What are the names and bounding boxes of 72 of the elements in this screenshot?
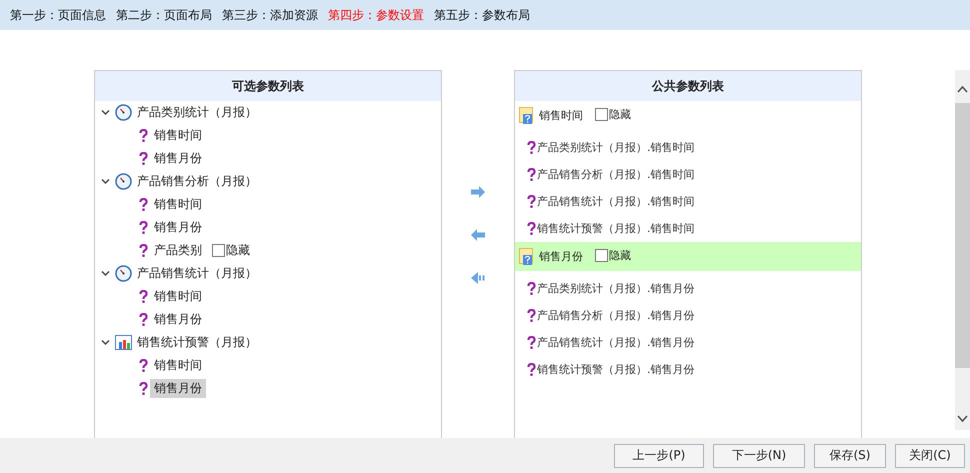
question-icon [139, 198, 148, 212]
question-icon [527, 336, 536, 350]
scrollbar-thumb[interactable] [955, 103, 970, 368]
dialog-button[interactable]: 关闭(C) [895, 444, 965, 468]
parameter-icon [519, 248, 533, 266]
dialog-button[interactable]: 上一步(P) [614, 444, 704, 468]
chart-icon [115, 335, 132, 350]
question-icon [139, 152, 148, 166]
question-icon [139, 220, 148, 234]
report-label: 产品类别统计（月报） [137, 104, 258, 121]
move-left-icon[interactable] [471, 229, 485, 241]
checkbox-label: 隐藏 [226, 242, 250, 259]
wizard-step[interactable]: 第五步：参数布局 [434, 6, 530, 24]
move-right-icon[interactable] [471, 186, 485, 198]
parameter-mapping: 产品类别统计（月报）.销售月份 [537, 281, 694, 296]
question-icon [527, 140, 536, 154]
checkbox[interactable] [212, 244, 225, 257]
question-icon [139, 382, 148, 396]
report-label: 产品销售分析（月报） [137, 173, 258, 190]
question-icon [527, 222, 536, 236]
parameter-mapping: 销售统计预警（月报）.销售月份 [537, 362, 694, 377]
question-icon [139, 290, 148, 304]
expand-chevron-icon[interactable] [101, 178, 110, 186]
parameter-mapping: 产品销售分析（月报）.销售时间 [537, 167, 694, 182]
parameter-name: 销售月份 [539, 249, 583, 264]
checkbox[interactable] [595, 249, 608, 262]
parameter-name: 销售时间 [539, 108, 583, 123]
wizard-step[interactable]: 第三步：添加资源 [222, 6, 318, 24]
question-icon [139, 244, 148, 258]
clock-icon [115, 265, 132, 282]
question-icon [527, 168, 536, 182]
parameter-item[interactable]: 产品类别 [154, 241, 206, 260]
question-icon [139, 312, 148, 326]
wizard-step[interactable]: 第二步：页面布局 [116, 6, 212, 24]
expand-chevron-icon[interactable] [101, 108, 110, 116]
parameter-mapping: 产品销售统计（月报）.销售月份 [537, 335, 694, 350]
clock-icon [115, 173, 132, 190]
parameter-mapping: 销售统计预警（月报）.销售时间 [537, 221, 694, 236]
parameter-mapping: 产品销售分析（月报）.销售月份 [537, 308, 694, 323]
question-icon [139, 128, 148, 142]
dialog-button[interactable]: 保存(S) [814, 444, 886, 468]
parameter-item[interactable]: 销售月份 [154, 218, 206, 237]
parameter-mapping: 产品销售统计（月报）.销售时间 [537, 194, 694, 209]
checkbox-label: 隐藏 [609, 107, 631, 122]
question-icon [527, 308, 536, 322]
parameter-row[interactable]: 销售时间 隐藏 [515, 101, 861, 130]
parameter-item[interactable]: 销售时间 [154, 126, 206, 145]
expand-chevron-icon[interactable] [101, 270, 110, 278]
parameter-row[interactable]: 销售月份 隐藏 [515, 242, 861, 271]
checkbox-label: 隐藏 [609, 248, 631, 263]
question-icon [527, 362, 536, 376]
panel-title: 可选参数列表 [95, 71, 441, 101]
parameter-item[interactable]: 销售时间 [154, 356, 206, 375]
parameter-item[interactable]: 销售月份 [150, 379, 206, 398]
report-label: 产品销售统计（月报） [137, 265, 258, 282]
move-all-left-icon[interactable] [470, 272, 486, 284]
parameter-item[interactable]: 销售月份 [154, 310, 206, 329]
expand-chevron-icon[interactable] [101, 338, 110, 346]
dialog-button[interactable]: 下一步(N) [713, 444, 805, 468]
clock-icon [115, 104, 132, 121]
parameter-item[interactable]: 销售时间 [154, 287, 206, 306]
question-icon [139, 358, 148, 372]
parameter-icon [519, 106, 533, 124]
report-label: 销售统计预警（月报） [137, 334, 258, 351]
checkbox[interactable] [595, 108, 608, 121]
parameter-item[interactable]: 销售月份 [154, 149, 206, 168]
parameter-mapping: 产品类别统计（月报）.销售时间 [537, 140, 694, 155]
question-icon [527, 194, 536, 208]
question-icon [527, 282, 536, 296]
parameter-item[interactable]: 销售时间 [154, 195, 206, 214]
wizard-step[interactable]: 第一步：页面信息 [10, 6, 106, 24]
panel-title: 公共参数列表 [515, 71, 861, 101]
